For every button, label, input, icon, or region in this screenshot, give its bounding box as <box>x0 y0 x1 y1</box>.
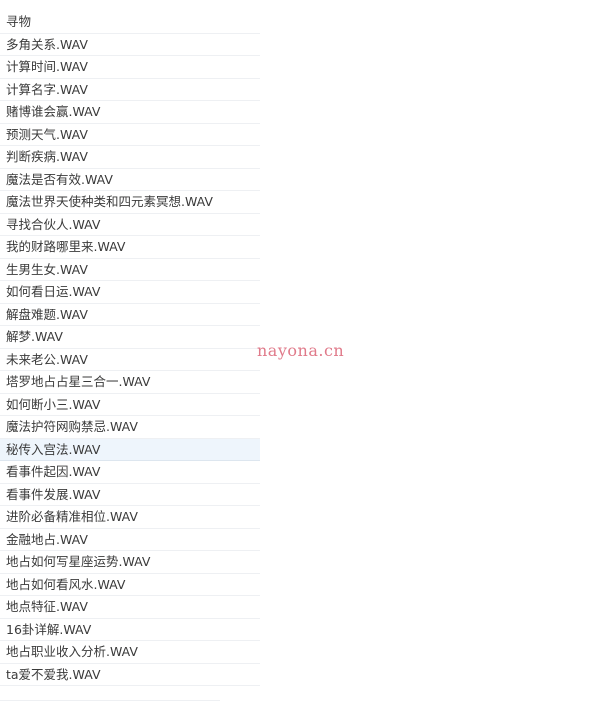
file-list-item[interactable]: 预测天气.WAV <box>0 124 260 146</box>
file-list-item[interactable]: 地点特征.WAV <box>0 596 260 619</box>
file-list-item[interactable]: 地占职业收入分析.WAV <box>0 641 260 664</box>
file-list: 寻物 多角关系.WAV 计算时间.WAV 计算名字.WAV 赌博谁会赢.WAV 预测天气.… <box>0 11 260 686</box>
watermark: nayona.cn <box>257 341 345 360</box>
file-list-item[interactable]: 看事件起因.WAV <box>0 461 260 484</box>
file-list-item[interactable]: 生男生女.WAV <box>0 259 260 281</box>
file-list-item[interactable]: 魔法是否有效.WAV <box>0 169 260 191</box>
file-list-item[interactable]: 解梦.WAV <box>0 326 260 349</box>
file-list-item[interactable]: 未来老公.WAV <box>0 349 260 371</box>
file-list-item[interactable]: 解盘难题.WAV <box>0 304 260 326</box>
file-list-item[interactable]: 多角关系.WAV <box>0 34 260 56</box>
file-list-item[interactable]: 塔罗地占占星三合一.WAV <box>0 371 260 394</box>
file-list-item[interactable]: 计算名字.WAV <box>0 79 260 101</box>
file-list-item[interactable]: 如何断小三.WAV <box>0 394 260 416</box>
file-list-item[interactable]: 魔法护符网购禁忌.WAV <box>0 416 260 439</box>
file-list-item[interactable]: 地占如何看风水.WAV <box>0 574 260 596</box>
file-list-item[interactable]: 赌博谁会赢.WAV <box>0 101 260 124</box>
file-list-item[interactable]: 寻找合伙人.WAV <box>0 214 260 236</box>
file-list-item[interactable]: 如何看日运.WAV <box>0 281 260 304</box>
file-list-item[interactable]: 计算时间.WAV <box>0 56 260 79</box>
file-list-item[interactable]: 金融地占.WAV <box>0 529 260 551</box>
file-list-item[interactable]: 魔法世界天使种类和四元素冥想.WAV <box>0 191 260 214</box>
file-list-item[interactable]: 秘传入宫法.WAV <box>0 438 260 461</box>
file-list-item[interactable]: 我的财路哪里来.WAV <box>0 236 260 259</box>
file-list-item[interactable]: 判断疾病.WAV <box>0 146 260 169</box>
file-list-item[interactable]: 地占如何写星座运势.WAV <box>0 551 260 574</box>
file-list-item[interactable]: 16卦详解.WAV <box>0 619 260 641</box>
file-list-item[interactable]: 寻物 <box>0 11 260 34</box>
file-list-item[interactable]: ta爱不爱我.WAV <box>0 664 260 686</box>
divider <box>0 700 220 701</box>
file-list-item[interactable]: 进阶必备精准相位.WAV <box>0 506 260 529</box>
file-list-item[interactable]: 看事件发展.WAV <box>0 484 260 506</box>
